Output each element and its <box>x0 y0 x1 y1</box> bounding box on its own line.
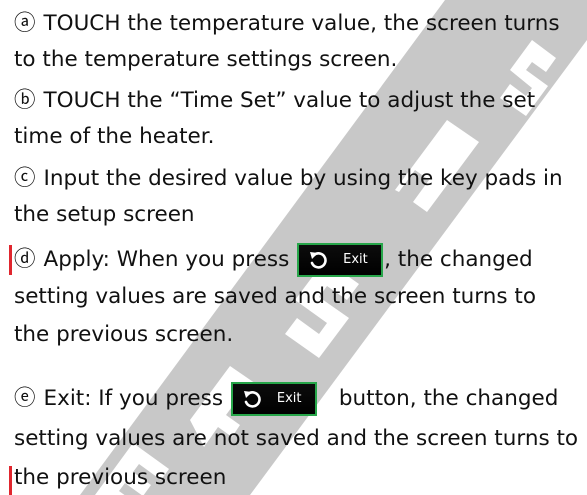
instruction-e-text-3: setting values are not saved and the scr… <box>14 426 579 451</box>
instruction-e-text-4: the previous screen <box>14 465 227 490</box>
instruction-c-line-2: the setup screen <box>14 200 195 230</box>
manual-page: ⓐ TOUCH the temperature value, the screen… <box>0 0 587 495</box>
marker-a: ⓐ <box>14 11 36 36</box>
revision-bar <box>9 245 12 275</box>
instruction-a-text-1: TOUCH the temperature value, the screen … <box>43 11 560 36</box>
instruction-d-text-2: , the changed <box>384 247 533 272</box>
instruction-e-text-1: Exit: If you press <box>43 386 224 411</box>
instruction-e-line-1: ⓔ Exit: If you press Exit button, the cha… <box>14 382 558 416</box>
instruction-c-line-1: ⓒ Input the desired value by using the ke… <box>14 164 563 194</box>
instruction-e-text-2: button, the changed <box>338 386 559 411</box>
exit-button-label: Exit <box>276 391 302 406</box>
instruction-e-line-2: setting values are not saved and the scr… <box>14 424 578 454</box>
undo-arrow-icon <box>310 252 327 269</box>
instruction-b-line-1: ⓑ TOUCH the “Time Set” value to adjust th… <box>14 86 535 116</box>
marker-e: ⓔ <box>14 386 36 411</box>
instruction-e-line-3: the previous screen <box>14 463 226 493</box>
instruction-a-line-2: to the temperature settings screen. <box>14 45 397 75</box>
exit-button-label: Exit <box>343 252 368 267</box>
revision-bar <box>9 466 12 495</box>
instruction-a-line-1: ⓐ TOUCH the temperature value, the screen… <box>14 9 560 39</box>
exit-button[interactable]: Exit <box>297 243 384 277</box>
marker-c: ⓒ <box>14 166 36 191</box>
instruction-b-text-2: time of the heater. <box>14 124 215 149</box>
instruction-d-text-4: the previous screen. <box>14 322 234 347</box>
exit-button[interactable]: Exit <box>230 382 317 416</box>
marker-d: ⓓ <box>14 247 36 272</box>
instruction-c-text-2: the setup screen <box>14 202 195 227</box>
instruction-d-line-1: ⓓ Apply: When you press Exit , the change… <box>14 243 533 277</box>
instruction-b-text-1: TOUCH the “Time Set” value to adjust the… <box>43 88 536 113</box>
instruction-d-line-2: setting values are saved and the screen … <box>14 282 536 312</box>
instruction-d-line-3: the previous screen. <box>14 320 233 350</box>
instruction-d-text-1: Apply: When you press <box>43 247 290 272</box>
instruction-b-line-2: time of the heater. <box>14 122 214 152</box>
instruction-a-text-2: to the temperature settings screen. <box>14 47 398 72</box>
instruction-c-text-1: Input the desired value by using the key… <box>43 166 563 191</box>
marker-b: ⓑ <box>14 88 36 113</box>
undo-arrow-icon <box>243 391 261 408</box>
instruction-d-text-3: setting values are saved and the screen … <box>14 284 537 309</box>
